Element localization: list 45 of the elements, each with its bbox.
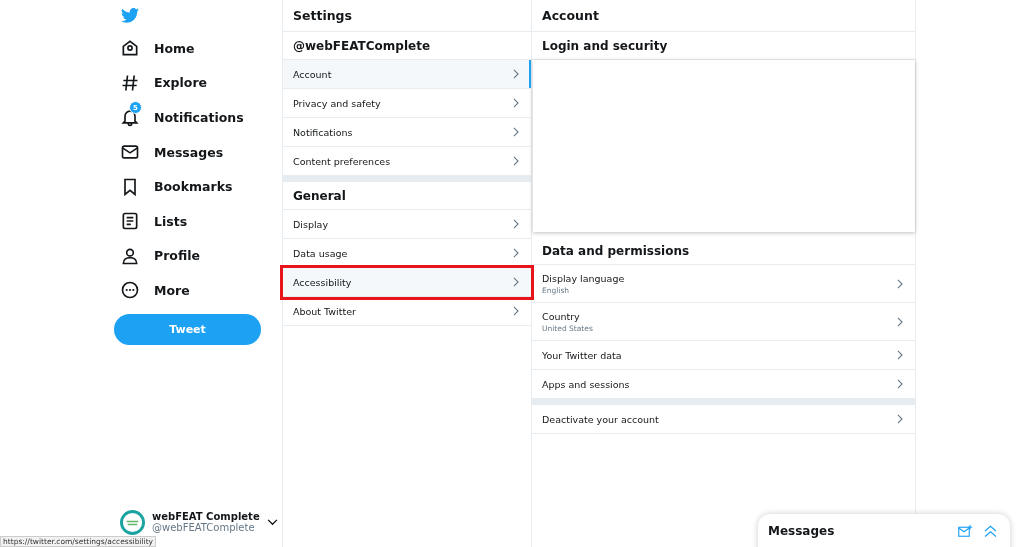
nav-item[interactable]: Bookmarks [114, 169, 282, 204]
section-heading: General [283, 182, 531, 210]
nav-item[interactable]: Messages [114, 134, 282, 170]
avatar[interactable] [120, 509, 145, 535]
dock-title: Messages [768, 524, 836, 538]
settings-item[interactable]: Display [283, 210, 531, 239]
nav-item[interactable]: More [114, 273, 282, 308]
nav-icon [120, 280, 140, 301]
nav-item[interactable]: Lists [114, 203, 282, 239]
chevron-right-icon [897, 414, 903, 424]
settings-item[interactable]: Privacy and safety [283, 89, 531, 118]
nav-icon [120, 38, 140, 59]
chevron-right-icon [897, 379, 903, 389]
chevron-right-icon [513, 219, 519, 229]
chevron-right-icon [513, 306, 519, 316]
nav-icon [120, 211, 140, 232]
chevron-right-icon [513, 248, 519, 258]
double-chevron-up-icon[interactable] [983, 524, 998, 538]
chevron-right-icon [897, 278, 903, 289]
nav-icon [120, 72, 140, 93]
settings-item[interactable]: Account [283, 60, 531, 89]
new-message-icon[interactable] [958, 524, 973, 538]
chevron-right-icon [513, 127, 519, 137]
account-name: webFEAT Complete [152, 511, 260, 522]
deactivate-item[interactable]: Deactivate your account [532, 405, 915, 434]
settings-item[interactable]: About Twitter [283, 297, 531, 326]
settings-item[interactable]: Notifications [283, 118, 531, 147]
chevron-down-icon[interactable] [267, 518, 278, 526]
chevron-right-icon [897, 350, 903, 360]
messages-dock[interactable]: Messages [758, 514, 1010, 547]
nav-item[interactable]: Explore [114, 65, 282, 101]
chevron-right-icon [513, 277, 519, 287]
settings-item[interactable]: Accessibility [283, 268, 531, 297]
section-heading: Data and permissions [532, 237, 915, 265]
nav-item[interactable]: Profile [114, 238, 282, 274]
column-title: Account [532, 0, 915, 32]
bird-logo-icon[interactable] [121, 8, 139, 23]
chevron-right-icon [513, 69, 519, 79]
settings-item[interactable]: Your Twitter data [532, 341, 915, 370]
nav-item[interactable]: Home [114, 31, 282, 66]
account-handle: @webFEATComplete [152, 522, 255, 533]
chevron-right-icon [513, 98, 519, 108]
column-title: Settings [283, 0, 531, 32]
chevron-right-icon [513, 156, 519, 166]
chevron-right-icon [897, 316, 903, 327]
